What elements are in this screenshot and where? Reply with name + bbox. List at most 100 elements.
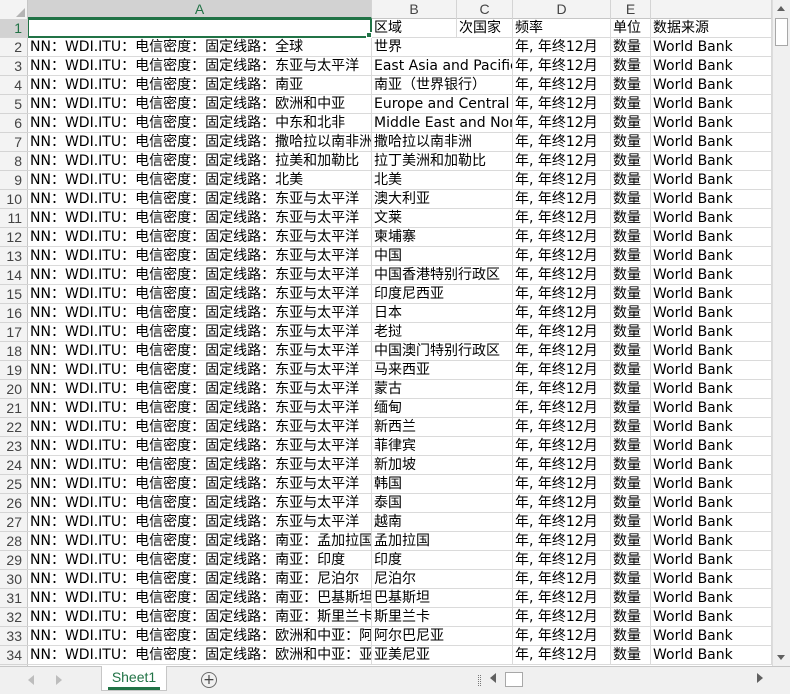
cell-e[interactable]: 数量: [611, 418, 651, 437]
cell-f[interactable]: World Bank: [651, 437, 772, 456]
cell-b[interactable]: 日本: [372, 304, 513, 323]
cell-b[interactable]: Europe and Central A: [372, 95, 513, 114]
cell-d[interactable]: 年, 年终12月: [513, 152, 611, 171]
cell-b[interactable]: 中国澳门特别行政区: [372, 342, 513, 361]
cell-e[interactable]: 数量: [611, 323, 651, 342]
cell-d[interactable]: 年, 年终12月: [513, 57, 611, 76]
cell-f[interactable]: World Bank: [651, 570, 772, 589]
cell-b[interactable]: 文莱: [372, 209, 513, 228]
row-header-4[interactable]: 4: [0, 76, 28, 95]
scroll-right-arrow-icon[interactable]: [757, 673, 763, 683]
cell-f[interactable]: World Bank: [651, 247, 772, 266]
cell-f[interactable]: World Bank: [651, 380, 772, 399]
cell-e[interactable]: 数量: [611, 646, 651, 665]
row-header-10[interactable]: 10: [0, 190, 28, 209]
cell-d[interactable]: 年, 年终12月: [513, 418, 611, 437]
horizontal-scroll-thumb[interactable]: [505, 672, 523, 687]
cell-e[interactable]: 数量: [611, 627, 651, 646]
cell-f[interactable]: World Bank: [651, 209, 772, 228]
cell-a[interactable]: NN：WDI.ITU：电信密度：固定线路：东亚与太平洋: [28, 513, 372, 532]
cell-d[interactable]: 年, 年终12月: [513, 456, 611, 475]
cell-b[interactable]: 区域: [372, 19, 457, 38]
sheet-nav-left-icon[interactable]: [28, 675, 34, 685]
cell-e[interactable]: 数量: [611, 152, 651, 171]
cell-c[interactable]: 次国家: [457, 19, 513, 38]
cell-d[interactable]: 年, 年终12月: [513, 304, 611, 323]
cell-d[interactable]: 年, 年终12月: [513, 209, 611, 228]
cell-a[interactable]: NN：WDI.ITU：电信密度：固定线路：东亚与太平洋: [28, 342, 372, 361]
cell-e[interactable]: 数量: [611, 437, 651, 456]
cell-a[interactable]: NN：WDI.ITU：电信密度：固定线路：东亚与太平洋: [28, 361, 372, 380]
cell-f[interactable]: World Bank: [651, 361, 772, 380]
cell-b[interactable]: 斯里兰卡: [372, 608, 513, 627]
cell-d[interactable]: 年, 年终12月: [513, 114, 611, 133]
cell-b[interactable]: 马来西亚: [372, 361, 513, 380]
cell-f[interactable]: World Bank: [651, 589, 772, 608]
row-header-29[interactable]: 29: [0, 551, 28, 570]
cell-a[interactable]: NN：WDI.ITU：电信密度：固定线路：东亚与太平洋: [28, 57, 372, 76]
cell-f[interactable]: World Bank: [651, 551, 772, 570]
cell-d[interactable]: 年, 年终12月: [513, 589, 611, 608]
cell-b[interactable]: 孟加拉国: [372, 532, 513, 551]
cell-f[interactable]: 数据来源: [651, 19, 772, 38]
cell-e[interactable]: 数量: [611, 456, 651, 475]
cell-b[interactable]: 老挝: [372, 323, 513, 342]
cell-d[interactable]: 年, 年终12月: [513, 646, 611, 665]
row-header-14[interactable]: 14: [0, 266, 28, 285]
cell-e[interactable]: 数量: [611, 228, 651, 247]
cell-b[interactable]: Middle East and Nort: [372, 114, 513, 133]
row-header-16[interactable]: 16: [0, 304, 28, 323]
cell-f[interactable]: World Bank: [651, 95, 772, 114]
cell-e[interactable]: 数量: [611, 57, 651, 76]
column-header-e[interactable]: E: [611, 0, 651, 19]
cell-a[interactable]: NN：WDI.ITU：电信密度：固定线路：南亚：尼泊尔: [28, 570, 372, 589]
vertical-scrollbar[interactable]: [772, 0, 790, 666]
cell-a[interactable]: NN：WDI.ITU：电信密度：固定线路：北美: [28, 171, 372, 190]
cell-f[interactable]: World Bank: [651, 266, 772, 285]
cell-b[interactable]: 菲律宾: [372, 437, 513, 456]
row-header-5[interactable]: 5: [0, 95, 28, 114]
cell-a[interactable]: NN：WDI.ITU：电信密度：固定线路：南亚：印度: [28, 551, 372, 570]
row-header-12[interactable]: 12: [0, 228, 28, 247]
cell-e[interactable]: 数量: [611, 247, 651, 266]
cell-e[interactable]: 数量: [611, 380, 651, 399]
cell-e[interactable]: 数量: [611, 95, 651, 114]
row-header-2[interactable]: 2: [0, 38, 28, 57]
cell-a[interactable]: NN：WDI.ITU：电信密度：固定线路：中东和北非: [28, 114, 372, 133]
sheet-nav-right-icon[interactable]: [56, 675, 62, 685]
cell-b[interactable]: 阿尔巴尼亚: [372, 627, 513, 646]
cell-d[interactable]: 年, 年终12月: [513, 38, 611, 57]
cell-e[interactable]: 数量: [611, 133, 651, 152]
cell-a[interactable]: NN：WDI.ITU：电信密度：固定线路：南亚: [28, 76, 372, 95]
row-header-31[interactable]: 31: [0, 589, 28, 608]
cell-e[interactable]: 数量: [611, 266, 651, 285]
cell-f[interactable]: World Bank: [651, 532, 772, 551]
row-header-8[interactable]: 8: [0, 152, 28, 171]
add-sheet-plus-icon[interactable]: +: [201, 672, 217, 688]
cell-b[interactable]: 印度尼西亚: [372, 285, 513, 304]
cell-b[interactable]: East Asia and Pacific: [372, 57, 513, 76]
row-header-17[interactable]: 17: [0, 323, 28, 342]
cell-f[interactable]: World Bank: [651, 285, 772, 304]
cell-d[interactable]: 年, 年终12月: [513, 285, 611, 304]
cell-d[interactable]: 年, 年终12月: [513, 190, 611, 209]
cell-a[interactable]: NN：WDI.ITU：电信密度：固定线路：东亚与太平洋: [28, 190, 372, 209]
column-header-a[interactable]: A: [28, 0, 372, 19]
cell-f[interactable]: World Bank: [651, 304, 772, 323]
cell-d[interactable]: 年, 年终12月: [513, 380, 611, 399]
cell-d[interactable]: 年, 年终12月: [513, 266, 611, 285]
cell-f[interactable]: World Bank: [651, 152, 772, 171]
select-all-button[interactable]: [0, 0, 28, 19]
cell-d[interactable]: 年, 年终12月: [513, 399, 611, 418]
cell-b[interactable]: 尼泊尔: [372, 570, 513, 589]
scroll-up-arrow-icon[interactable]: [773, 0, 790, 17]
cell-d[interactable]: 年, 年终12月: [513, 133, 611, 152]
cell-a[interactable]: NN：WDI.ITU：电信密度：固定线路：东亚与太平洋: [28, 494, 372, 513]
row-header-3[interactable]: 3: [0, 57, 28, 76]
cell-a[interactable]: NN：WDI.ITU：电信密度：固定线路：东亚与太平洋: [28, 228, 372, 247]
row-header-32[interactable]: 32: [0, 608, 28, 627]
row-header-28[interactable]: 28: [0, 532, 28, 551]
cell-f[interactable]: World Bank: [651, 418, 772, 437]
cell-d[interactable]: 年, 年终12月: [513, 228, 611, 247]
cell-f[interactable]: World Bank: [651, 342, 772, 361]
